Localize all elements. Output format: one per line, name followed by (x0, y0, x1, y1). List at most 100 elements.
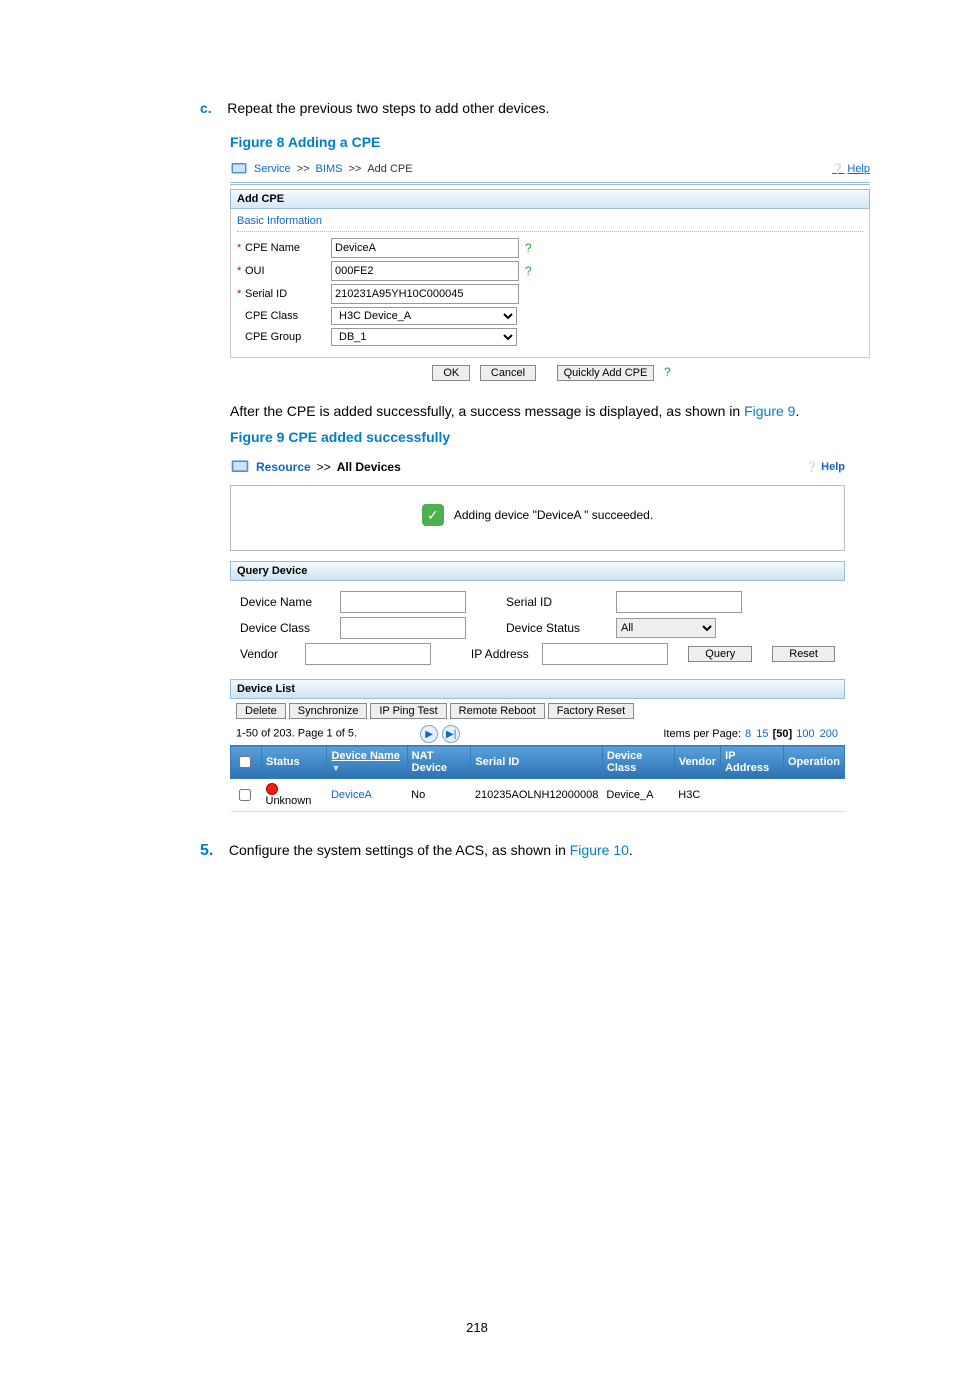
col-device-class[interactable]: Device Class (602, 746, 674, 779)
crumb-addcpe: Add CPE (367, 163, 412, 175)
label-cpe-group: CPE Group (245, 331, 331, 343)
row-cpe-group: CPE Group DB_1 (237, 328, 863, 346)
remote-reboot-button[interactable]: Remote Reboot (450, 703, 545, 719)
ok-button[interactable]: OK (432, 365, 470, 381)
step-5-post: . (629, 842, 633, 858)
help-link[interactable]: Help (806, 461, 845, 473)
help-icon[interactable]: ? (525, 241, 532, 255)
figure8-breadcrumb-row: Service >> BIMS >> Add CPE Help (230, 158, 870, 180)
label-serial-id: Serial ID (245, 288, 331, 300)
device-link[interactable]: DeviceA (331, 789, 372, 801)
pager-next-icon[interactable]: ▶ (420, 725, 438, 743)
required-mark: * (237, 288, 245, 300)
figure9-panel: Resource >> All Devices Help ✓ Adding de… (230, 453, 845, 812)
query-row-1: Device Name Serial ID (240, 591, 835, 613)
device-list-toolbar: Delete Synchronize IP Ping Test Remote R… (230, 699, 845, 723)
crumb-sep: >> (317, 460, 331, 474)
col-nat-device[interactable]: NAT Device (407, 746, 471, 779)
row-checkbox[interactable] (239, 789, 251, 801)
input-cpe-name[interactable] (331, 238, 519, 258)
table-header-row: Status Device Name ▼ NAT Device Serial I… (231, 746, 845, 779)
synchronize-button[interactable]: Synchronize (289, 703, 368, 719)
query-button[interactable]: Query (688, 646, 752, 662)
input-serial-id[interactable] (616, 591, 742, 613)
select-device-status[interactable]: All (616, 618, 716, 638)
input-device-name[interactable] (340, 591, 466, 613)
select-cpe-group[interactable]: DB_1 (331, 328, 517, 346)
query-device-header: Query Device (230, 561, 845, 581)
addcpe-panel-title: Add CPE (230, 189, 870, 209)
col-vendor[interactable]: Vendor (674, 746, 720, 779)
label-device-name: Device Name (240, 595, 340, 609)
input-oui[interactable] (331, 261, 519, 281)
crumb-bims[interactable]: BIMS (316, 163, 343, 175)
factory-reset-button[interactable]: Factory Reset (548, 703, 634, 719)
pager-last-icon[interactable]: ▶| (442, 725, 460, 743)
quickly-add-cpe-button[interactable]: Quickly Add CPE (557, 365, 655, 381)
help-icon[interactable]: ? (664, 365, 671, 379)
label-vendor: Vendor (240, 647, 305, 661)
figure9-title: Figure 9 CPE added successfully (230, 429, 864, 445)
success-message-text: Adding device "DeviceA " succeeded. (454, 508, 653, 522)
help-link[interactable]: Help (832, 163, 870, 175)
figure8-button-row: OK Cancel Quickly Add CPE ? (230, 364, 870, 381)
cancel-button[interactable]: Cancel (480, 365, 536, 381)
sort-down-icon: ▼ (331, 763, 340, 773)
step-5: 5. Configure the system settings of the … (200, 842, 864, 860)
help-icon[interactable]: ? (525, 264, 532, 278)
col-device-name[interactable]: Device Name ▼ (327, 746, 407, 779)
figure8-panel: Service >> BIMS >> Add CPE Help Add CPE … (230, 158, 870, 381)
figure10-xref[interactable]: Figure 10 (570, 842, 629, 858)
col-operation[interactable]: Operation (784, 746, 845, 779)
ipp-200[interactable]: 200 (820, 728, 838, 740)
ipp-100[interactable]: 100 (796, 728, 814, 740)
input-vendor[interactable] (305, 643, 431, 665)
delete-button[interactable]: Delete (236, 703, 286, 719)
crumb-service[interactable]: Service (254, 163, 291, 175)
divider (230, 182, 870, 183)
reset-button[interactable]: Reset (772, 646, 835, 662)
figure9-xref[interactable]: Figure 9 (744, 403, 795, 419)
addcpe-panel-body: Basic Information * CPE Name ? * OUI ? *… (230, 209, 870, 358)
ip-ping-test-button[interactable]: IP Ping Test (370, 703, 446, 719)
row-serial-id: * Serial ID (237, 284, 863, 304)
after-cpe-text: After the CPE is added successfully, a s… (230, 403, 864, 419)
page-number: 218 (90, 1320, 864, 1335)
step-c: c. Repeat the previous two steps to add … (200, 100, 864, 116)
ipp-8[interactable]: 8 (745, 728, 751, 740)
label-cpe-name: CPE Name (245, 242, 331, 254)
query-device-body: Device Name Serial ID Device Class Devic… (230, 581, 845, 679)
after-text-pre: After the CPE is added successfully, a s… (230, 403, 744, 419)
input-ip-address[interactable] (542, 643, 668, 665)
cell-status: Unknown (262, 779, 327, 812)
input-serial-id[interactable] (331, 284, 519, 304)
row-cpe-class: CPE Class H3C Device_A (237, 307, 863, 325)
select-cpe-class[interactable]: H3C Device_A (331, 307, 517, 325)
pager-row: 1-50 of 203. Page 1 of 5. ▶ ▶| Items per… (230, 723, 845, 745)
crumb-resource[interactable]: Resource (256, 460, 311, 474)
label-oui: OUI (245, 265, 331, 277)
divider (230, 184, 870, 185)
step-c-text: Repeat the previous two steps to add oth… (227, 100, 549, 116)
cell-ip (721, 779, 784, 812)
step-5-pre: Configure the system settings of the ACS… (229, 842, 570, 858)
select-all-checkbox[interactable] (239, 756, 251, 768)
col-ip-address[interactable]: IP Address (721, 746, 784, 779)
items-per-page: Items per Page: 8 15 [50] 100 200 (663, 728, 839, 740)
basic-info-subhead: Basic Information (237, 213, 863, 232)
label-device-class: Device Class (240, 621, 340, 635)
ipp-15[interactable]: 15 (756, 728, 768, 740)
crumb-sep2: >> (348, 163, 361, 175)
input-device-class[interactable] (340, 617, 466, 639)
cell-device-name: DeviceA (327, 779, 407, 812)
query-row-2: Device Class Device Status All (240, 617, 835, 639)
figure8-breadcrumb: Service >> BIMS >> Add CPE (230, 160, 413, 178)
ipp-50-current: [50] (773, 728, 793, 740)
cell-nat: No (407, 779, 471, 812)
col-status[interactable]: Status (262, 746, 327, 779)
cell-vendor: H3C (674, 779, 720, 812)
cell-class: Device_A (602, 779, 674, 812)
device-table: Status Device Name ▼ NAT Device Serial I… (230, 745, 845, 812)
col-serial-id[interactable]: Serial ID (471, 746, 603, 779)
pager-arrows: ▶ ▶| (420, 725, 460, 743)
